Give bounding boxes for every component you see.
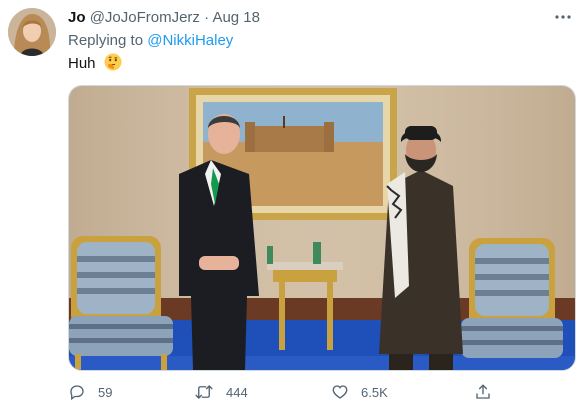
author-handle[interactable]: @JoJoFromJerz — [90, 9, 200, 26]
replying-prefix: Replying to — [68, 32, 144, 49]
thinking-face-icon — [104, 53, 122, 76]
reply-button[interactable]: 59 — [68, 380, 112, 404]
reply-count: 59 — [98, 384, 113, 400]
tweet-text: Huh — [68, 53, 122, 76]
retweet-icon — [194, 383, 214, 401]
avatar-image — [8, 8, 56, 56]
avatar[interactable] — [8, 8, 56, 56]
tweet-date[interactable]: Aug 18 — [212, 9, 260, 26]
tweet-text-content: Huh — [68, 55, 96, 72]
tweet: Jo @JoJoFromJerz · Aug 18 Replying to @N… — [0, 0, 584, 411]
like-button[interactable]: 6.5K — [331, 380, 388, 404]
more-icon[interactable] — [552, 6, 574, 28]
tweet-photo[interactable] — [68, 85, 576, 371]
retweet-count: 444 — [226, 384, 248, 400]
replying-to: Replying to @NikkiHaley — [68, 32, 233, 50]
like-icon — [331, 383, 349, 401]
author-name[interactable]: Jo — [68, 9, 86, 26]
like-count: 6.5K — [361, 384, 388, 400]
reply-icon — [68, 383, 86, 401]
share-button[interactable] — [474, 380, 492, 404]
share-icon — [474, 383, 492, 401]
mention-link[interactable]: @NikkiHaley — [147, 32, 233, 49]
separator-dot: · — [204, 9, 210, 26]
tweet-header: Jo @JoJoFromJerz · Aug 18 — [68, 9, 260, 27]
photo-image — [69, 86, 575, 370]
tweet-actions: 59 444 6.5K — [68, 380, 498, 404]
retweet-button[interactable]: 444 — [194, 380, 248, 404]
